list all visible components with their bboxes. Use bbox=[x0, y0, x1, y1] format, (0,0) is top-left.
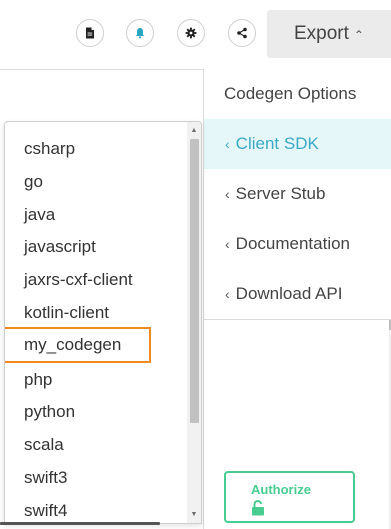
settings-button[interactable] bbox=[177, 19, 205, 47]
document-icon bbox=[86, 27, 94, 39]
codegen-options-panel: Codegen Options ‹ Client SDK ‹ Server St… bbox=[203, 69, 391, 529]
language-option-jaxrs-cxf-client[interactable]: jaxrs-cxf-client bbox=[5, 263, 187, 296]
menu-item-documentation[interactable]: ‹ Documentation bbox=[204, 219, 391, 269]
language-option-javascript[interactable]: javascript bbox=[5, 230, 187, 263]
language-option-swift4[interactable]: swift4 bbox=[5, 494, 187, 523]
language-option-go[interactable]: go bbox=[5, 165, 187, 198]
language-option-php[interactable]: php bbox=[5, 363, 187, 396]
authorize-button[interactable]: Authorize bbox=[224, 471, 355, 523]
menu-item-label: Server Stub bbox=[235, 184, 326, 203]
chevron-left-icon: ‹ bbox=[225, 236, 230, 252]
share-button[interactable] bbox=[228, 19, 256, 47]
language-option-swift3[interactable]: swift3 bbox=[5, 461, 187, 494]
top-bar: Export ⌃ bbox=[0, 0, 391, 70]
menu-item-download-api[interactable]: ‹ Download API bbox=[204, 269, 391, 319]
dropdown-scrollbar[interactable]: ▲ ▼ bbox=[187, 122, 201, 523]
authorize-label: Authorize bbox=[251, 482, 311, 497]
chevron-left-icon: ‹ bbox=[225, 286, 230, 302]
gear-icon bbox=[185, 27, 197, 39]
language-option-kotlin-client[interactable]: kotlin-client bbox=[5, 296, 187, 329]
chevron-left-icon: ‹ bbox=[225, 136, 230, 152]
language-option-my-codegen[interactable]: my_codegen bbox=[5, 327, 151, 363]
language-option-java[interactable]: java bbox=[5, 198, 187, 231]
chevron-left-icon: ‹ bbox=[225, 186, 230, 202]
document-button[interactable] bbox=[76, 19, 104, 47]
language-option-scala[interactable]: scala bbox=[5, 428, 187, 461]
language-option-csharp[interactable]: csharp bbox=[5, 132, 187, 165]
menu-item-label: Documentation bbox=[235, 234, 351, 253]
chevron-up-icon: ⌃ bbox=[353, 28, 364, 42]
menu-item-label: Download API bbox=[235, 284, 343, 303]
codegen-options-title: Codegen Options bbox=[224, 84, 357, 103]
scroll-up-arrow-icon[interactable]: ▲ bbox=[187, 124, 201, 136]
unlock-icon bbox=[252, 500, 264, 516]
share-icon bbox=[237, 27, 247, 39]
scroll-down-arrow-icon[interactable]: ▼ bbox=[187, 508, 201, 520]
dropdown-scrollbar-thumb[interactable] bbox=[190, 139, 199, 423]
export-label: Export bbox=[294, 23, 349, 44]
notifications-button[interactable] bbox=[126, 19, 154, 47]
bell-icon bbox=[135, 28, 145, 39]
select-box-edge bbox=[0, 522, 160, 525]
menu-item-server-stub[interactable]: ‹ Server Stub bbox=[204, 169, 391, 219]
export-button[interactable]: Export ⌃ bbox=[267, 10, 391, 58]
menu-item-label: Client SDK bbox=[235, 134, 319, 153]
language-option-python[interactable]: python bbox=[5, 395, 187, 428]
menu-item-client-sdk[interactable]: ‹ Client SDK bbox=[204, 119, 391, 169]
language-dropdown-list[interactable]: csharp go java javascript jaxrs-cxf-clie… bbox=[4, 121, 202, 524]
menu-divider bbox=[204, 319, 391, 320]
